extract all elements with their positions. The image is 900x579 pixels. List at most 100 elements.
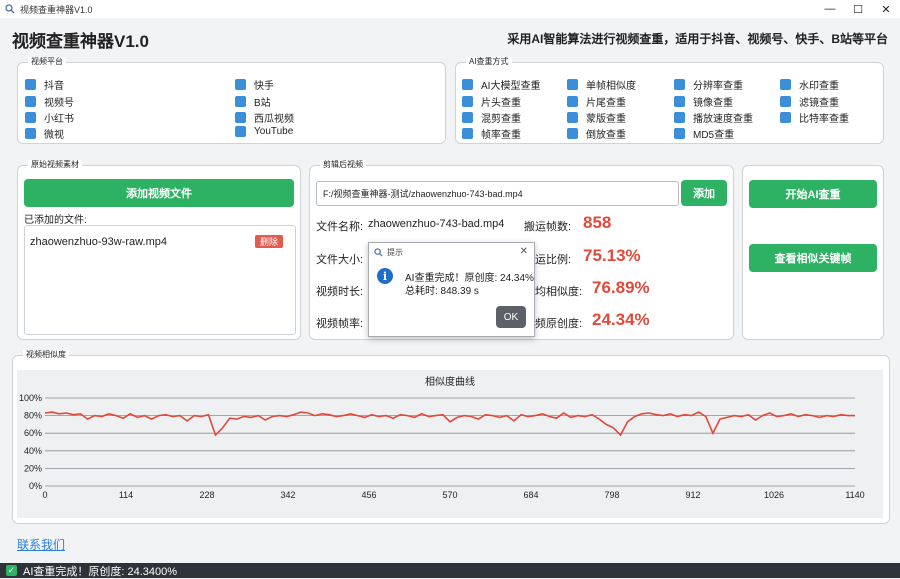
x-tick-label: 342: [280, 490, 295, 500]
maximize-button[interactable]: ☐: [844, 0, 872, 18]
platform-group: 视频平台 抖音 快手 视频号 B站 小红书 西瓜视频 微视 YouTube: [17, 57, 446, 144]
method-checkbox[interactable]: 分辨率查重: [674, 77, 743, 92]
close-button[interactable]: ✕: [872, 0, 900, 18]
checkbox-label: 视频号: [44, 98, 74, 109]
delete-file-button[interactable]: 删除: [255, 235, 283, 248]
method-checkbox[interactable]: MD5查重: [674, 126, 734, 141]
stat-label-transport-frames: 搬运帧数:: [524, 221, 572, 233]
checkbox-icon: [25, 128, 36, 139]
checkbox-icon: [235, 112, 246, 123]
checkbox-icon: [780, 96, 791, 107]
checkbox-icon: [567, 79, 578, 90]
checkbox-label: 倒放查重: [586, 130, 626, 141]
checkbox-icon: [567, 112, 578, 123]
contact-us-link[interactable]: 联系我们: [17, 536, 65, 553]
dialog-close-icon[interactable]: ✕: [520, 246, 528, 257]
checkbox-label: 微视: [44, 130, 64, 141]
platform-checkbox-bilibili[interactable]: B站: [235, 94, 271, 109]
similarity-group-label: 视频相似度: [23, 350, 69, 360]
added-files-list: zhaowenzhuo-93w-raw.mp4 删除: [24, 225, 296, 335]
completion-dialog: 提示 ✕ i AI查重完成！原创度: 24.34% 总耗时: 848.39 s …: [368, 242, 535, 337]
x-tick-label: 1026: [764, 490, 784, 500]
x-tick-label: 798: [604, 490, 619, 500]
dialog-title: 提示: [387, 247, 403, 257]
stat-value-transport-frames: 858: [583, 213, 612, 232]
checkbox-label: 小红书: [44, 114, 74, 125]
app-title: 视频查重神器V1.0: [12, 32, 149, 51]
similarity-chart: 相似度曲线 100% 80% 60% 40% 20% 0% 0 114 228 342 456 570 6…: [17, 370, 883, 518]
x-tick-label: 114: [119, 490, 133, 500]
platform-checkbox-xigua[interactable]: 西瓜视频: [235, 110, 294, 125]
checkbox-icon: [25, 96, 36, 107]
similarity-chart-svg: 相似度曲线 100% 80% 60% 40% 20% 0%0 114 228 342 456 570 6…: [19, 375, 865, 500]
checkbox-label: AI大模型查重: [481, 81, 541, 92]
checkbox-label: 蒙版查重: [586, 114, 626, 125]
checkbox-icon: [567, 128, 578, 139]
checkbox-label: YouTube: [254, 126, 294, 137]
checkbox-label: 西瓜视频: [254, 114, 294, 125]
chart-title: 相似度曲线: [425, 375, 475, 388]
view-similar-keyframes-button[interactable]: 查看相似关键帧: [749, 244, 877, 272]
method-checkbox[interactable]: 片尾查重: [567, 94, 626, 109]
fps-label: 视频帧率:: [316, 318, 364, 330]
checkbox-icon: [235, 79, 246, 90]
start-ai-check-button[interactable]: 开始AI查重: [749, 180, 877, 208]
platform-checkbox-douyin[interactable]: 抖音: [25, 77, 64, 92]
dialog-app-icon: [374, 247, 383, 257]
add-video-file-button[interactable]: 添加视频文件: [24, 179, 294, 207]
checkbox-label: 帧率查重: [481, 130, 521, 141]
method-checkbox[interactable]: 播放速度查重: [674, 110, 753, 125]
add-edited-video-button[interactable]: 添加: [681, 180, 727, 206]
checkbox-label: B站: [254, 98, 271, 109]
edited-video-path-input[interactable]: F:/视频查重神器-测试/zhaowenzhuo-743-bad.mp4: [316, 181, 679, 206]
platform-checkbox-youtube[interactable]: YouTube: [235, 126, 293, 137]
y-tick-label: 20%: [24, 463, 42, 473]
method-checkbox[interactable]: AI大模型查重: [462, 77, 540, 92]
source-group-label: 原始视频素材: [28, 160, 82, 170]
window-title: 视频查重神器V1.0: [20, 4, 93, 15]
checkbox-icon: [25, 112, 36, 123]
checkbox-label: 滤镜查重: [799, 98, 839, 109]
method-checkbox[interactable]: 比特率查重: [780, 110, 849, 125]
file-name-label: 文件名称:: [316, 221, 364, 233]
checkbox-label: 镜像查重: [693, 98, 733, 109]
checkbox-label: 快手: [254, 81, 274, 92]
checkbox-icon: [674, 128, 685, 139]
checkbox-icon: [462, 112, 473, 123]
dialog-ok-button[interactable]: OK: [496, 306, 526, 328]
checkbox-icon: [674, 96, 685, 107]
method-checkbox[interactable]: 混剪查重: [462, 110, 521, 125]
method-checkbox[interactable]: 倒放查重: [567, 126, 626, 141]
y-tick-label: 60%: [24, 428, 42, 438]
checkbox-icon: [235, 126, 246, 137]
checkbox-icon: [780, 79, 791, 90]
checkbox-icon: [462, 96, 473, 107]
platform-checkbox-shipinhao[interactable]: 视频号: [25, 94, 74, 109]
window-controls: — ☐ ✕: [816, 0, 900, 18]
file-name-value: zhaowenzhuo-743-bad.mp4: [368, 218, 505, 230]
method-checkbox[interactable]: 滤镜查重: [780, 94, 839, 109]
y-tick-label: 40%: [24, 446, 42, 456]
checkbox-label: 水印查重: [799, 81, 839, 92]
stat-value-transport-ratio: 75.13%: [583, 246, 641, 265]
app-header: 视频查重神器V1.0 采用AI智能算法进行视频查重，适用于抖音、视频号、快手、B…: [0, 18, 900, 58]
checkbox-label: 混剪查重: [481, 114, 521, 125]
dialog-message-line2: 总耗时: 848.39 s: [405, 286, 479, 297]
method-checkbox[interactable]: 单帧相似度: [567, 77, 636, 92]
platform-checkbox-xiaohongshu[interactable]: 小红书: [25, 110, 74, 125]
method-checkbox[interactable]: 镜像查重: [674, 94, 733, 109]
minimize-button[interactable]: —: [816, 0, 844, 18]
app-icon: [5, 4, 15, 14]
method-group: AI查重方式 AI大模型查重 单帧相似度 分辨率查重 水印查重 片头查重 片尾查…: [455, 57, 884, 144]
method-checkbox[interactable]: 水印查重: [780, 77, 839, 92]
method-checkbox[interactable]: 片头查重: [462, 94, 521, 109]
checkbox-label: 片头查重: [481, 98, 521, 109]
method-group-label: AI查重方式: [466, 57, 512, 67]
duration-label: 视频时长:: [316, 286, 364, 298]
method-checkbox[interactable]: 帧率查重: [462, 126, 521, 141]
method-checkbox[interactable]: 蒙版查重: [567, 110, 626, 125]
platform-checkbox-kuaishou[interactable]: 快手: [235, 77, 274, 92]
platform-checkbox-weishi[interactable]: 微视: [25, 126, 64, 141]
checkbox-icon: [462, 128, 473, 139]
x-tick-label: 0: [42, 490, 47, 500]
